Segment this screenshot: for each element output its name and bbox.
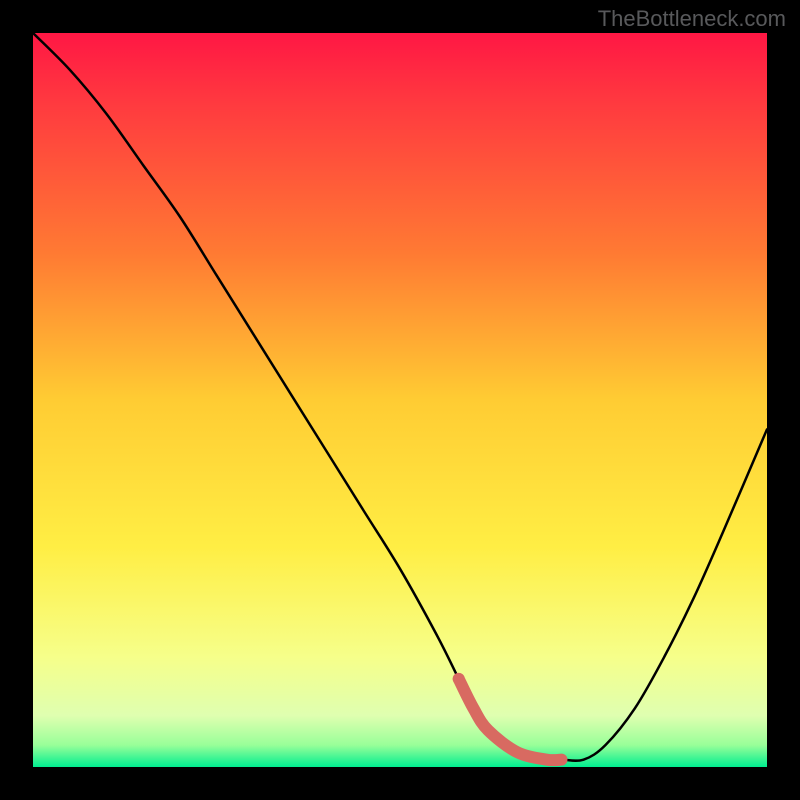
gradient-background — [33, 33, 767, 767]
chart-container: TheBottleneck.com — [0, 0, 800, 800]
optimal-range-start-dot — [453, 673, 465, 685]
watermark-text: TheBottleneck.com — [598, 6, 786, 32]
plot-area — [33, 33, 767, 767]
chart-svg — [33, 33, 767, 767]
